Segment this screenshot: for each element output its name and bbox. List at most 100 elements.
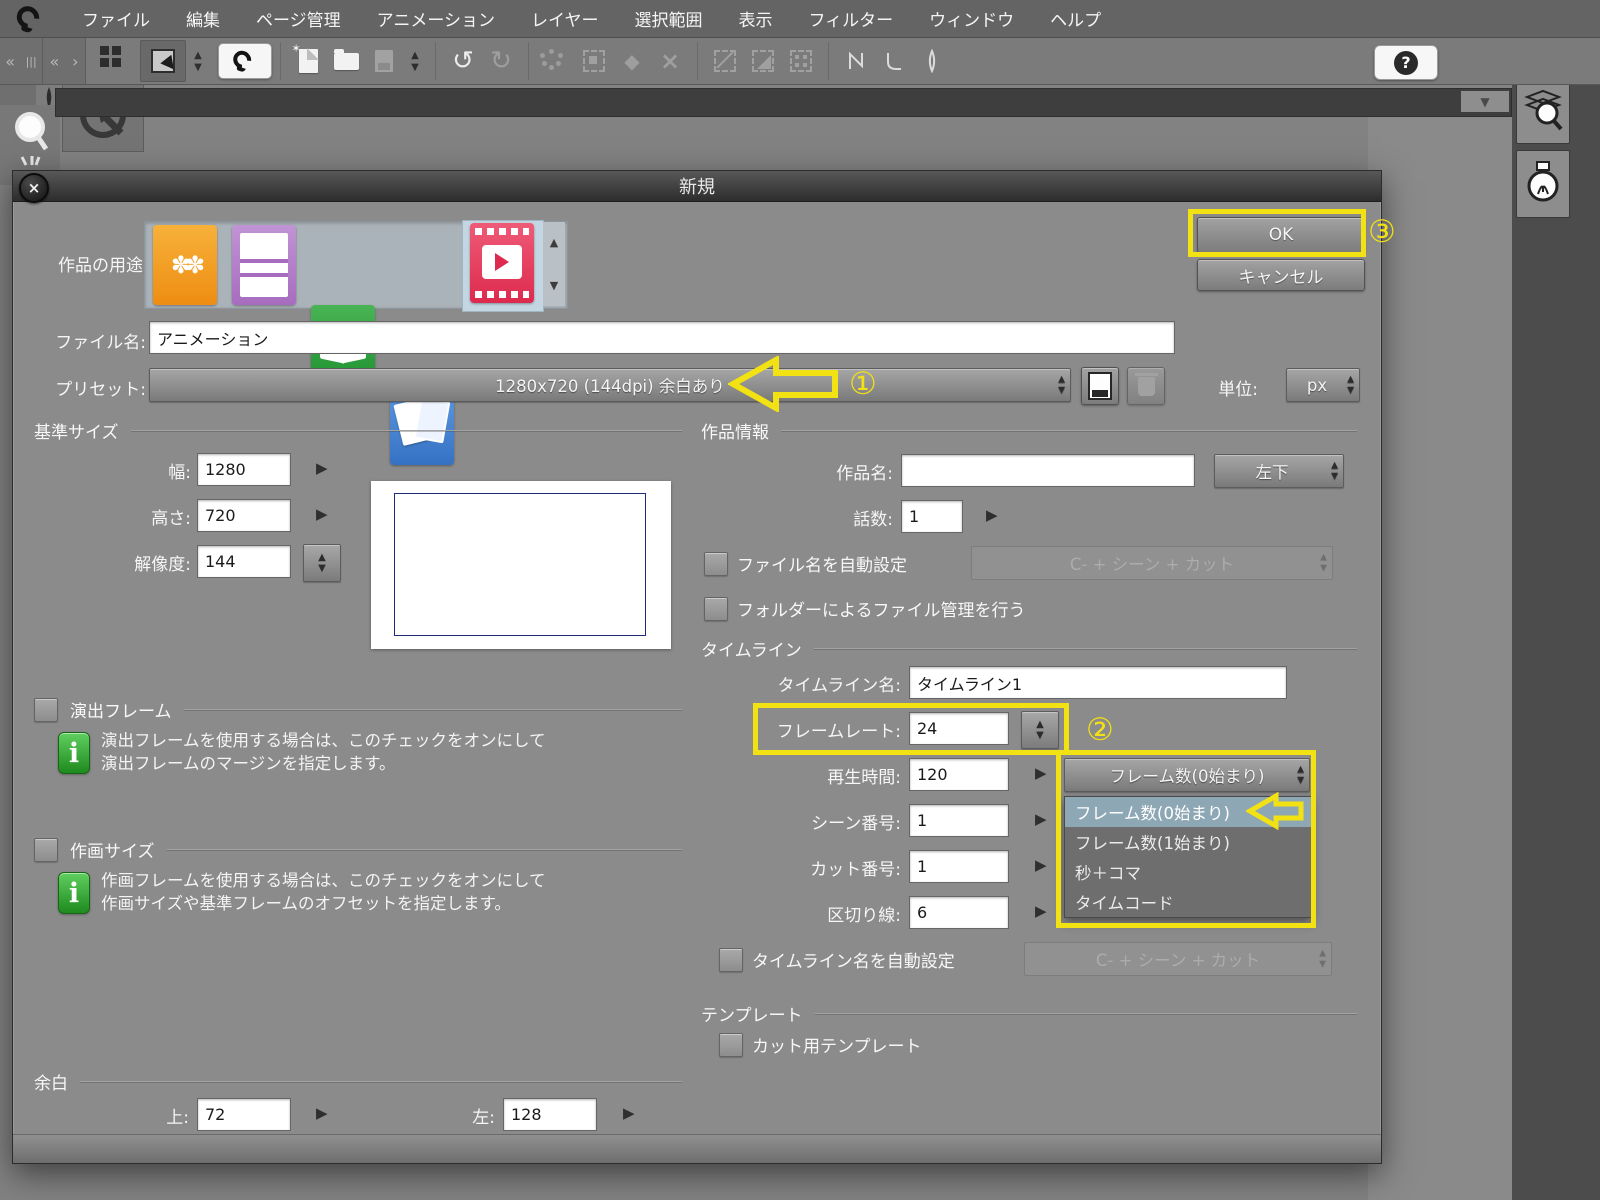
time-scale-spinner[interactable]: ▲ ▼ [1297, 765, 1304, 785]
hint-panel-button[interactable] [1516, 150, 1570, 218]
collapse-panel-button-2[interactable]: « › [43, 38, 86, 84]
transform-button[interactable]: × [651, 41, 689, 81]
menu-filter[interactable]: フィルター [809, 6, 894, 31]
height-slider-button[interactable]: ▶ [316, 507, 328, 522]
usage-scrollbar[interactable]: ▲ ▼ [543, 222, 565, 306]
mask-button[interactable] [744, 41, 782, 81]
margin-left-slider-button[interactable]: ▶ [623, 1106, 635, 1121]
scroll-up-icon[interactable]: ▲ [550, 236, 558, 249]
new-file-button[interactable]: ✶ [289, 41, 327, 81]
cut-template-checkbox[interactable] [719, 1032, 743, 1057]
framerate-input[interactable] [909, 712, 1009, 745]
margin-left-input[interactable] [503, 1098, 597, 1131]
dialog-close-button[interactable]: × [19, 173, 49, 203]
menu-help[interactable]: ヘルプ [1050, 6, 1101, 31]
time-scale-dropdown[interactable]: フレーム数(0始まり) ▲ ▼ [1064, 758, 1310, 792]
scene-number-input[interactable] [909, 804, 1009, 837]
ok-button[interactable]: OK [1197, 217, 1365, 253]
preset-dropdown[interactable]: 1280x720 (144dpi) 余白あり ▲ ▼ [149, 368, 1071, 402]
menu-page-manage[interactable]: ページ管理 [256, 6, 341, 31]
toolbar-spinner-2[interactable]: ▲ ▼ [403, 50, 427, 72]
register-preset-button[interactable] [1081, 367, 1119, 405]
page-position-value: 左下 [1255, 463, 1289, 482]
toolbar-divider [697, 42, 698, 80]
delete-preset-button[interactable] [1127, 367, 1165, 405]
redo-button[interactable]: ↻ [482, 41, 520, 81]
tab-dropdown-button[interactable]: ▼ [1461, 91, 1509, 112]
menu-window[interactable]: ウィンドウ [929, 6, 1014, 31]
episode-slider-button[interactable]: ▶ [986, 508, 998, 523]
separator-slider-button[interactable]: ▶ [1035, 904, 1047, 919]
fill-button[interactable]: ◆ [613, 41, 651, 81]
toolbar-spinner[interactable]: ▲ ▼ [186, 50, 210, 72]
direction-frame-checkbox[interactable] [34, 697, 58, 722]
snap-window-icon [151, 49, 184, 80]
spin-up-icon: ▲ [1347, 374, 1354, 385]
page-position-dropdown[interactable]: 左下 ▲ ▼ [1214, 454, 1344, 488]
framerate-spinner[interactable]: ▲ ▼ [1021, 711, 1059, 749]
menu-layer[interactable]: レイヤー [531, 6, 599, 31]
margin-top-input[interactable] [197, 1098, 291, 1131]
margin-top-slider-button[interactable]: ▶ [316, 1106, 328, 1121]
episode-input[interactable] [901, 500, 963, 533]
menu-animation[interactable]: アニメーション [377, 6, 495, 31]
folder-manage-checkbox[interactable] [704, 596, 728, 621]
cut-number-input[interactable] [909, 850, 1009, 883]
curve-tool-button[interactable] [875, 41, 913, 81]
width-input[interactable] [197, 453, 291, 486]
dialog-title-bar[interactable]: 新規 [13, 171, 1381, 202]
playtime-label: 再生時間: [827, 768, 901, 788]
drawing-size-checkbox[interactable] [34, 837, 58, 862]
workspace-grid-button[interactable] [96, 41, 134, 81]
time-scale-option-1[interactable]: フレーム数(1始まり) [1065, 827, 1311, 857]
menu-selection[interactable]: 選択範囲 [635, 6, 703, 31]
line-tool-button[interactable] [837, 41, 875, 81]
scene-slider-button[interactable]: ▶ [1035, 812, 1047, 827]
direction-frame-info-1: 演出フレームを使用する場合は、このチェックをオンにして [101, 731, 546, 750]
time-scale-option-3[interactable]: タイムコード [1065, 887, 1311, 917]
height-input[interactable] [197, 499, 291, 532]
usage-icon-illustration[interactable]: ✽✽ [153, 225, 217, 305]
open-file-button[interactable] [327, 41, 365, 81]
timeline-name-label: タイムライン名: [777, 676, 901, 696]
scroll-down-icon[interactable]: ▼ [550, 279, 558, 292]
scatter-button[interactable] [537, 41, 575, 81]
help-button[interactable]: ? [1374, 45, 1438, 80]
save-file-button[interactable] [365, 41, 403, 81]
work-name-input[interactable] [901, 454, 1195, 487]
cancel-button[interactable]: キャンセル [1197, 259, 1365, 291]
playtime-slider-button[interactable]: ▶ [1035, 766, 1047, 781]
timeline-name-input[interactable] [909, 666, 1287, 699]
menu-view[interactable]: 表示 [739, 6, 773, 31]
menu-edit[interactable]: 編集 [186, 6, 220, 31]
preset-spinner[interactable]: ▲ ▼ [1058, 375, 1065, 395]
preset-label: プリセット: [55, 380, 146, 400]
quick-access-panel-button[interactable] [1516, 76, 1570, 144]
time-scale-option-2[interactable]: 秒＋コマ [1065, 857, 1311, 887]
playtime-input[interactable] [909, 758, 1009, 791]
usage-icon-strip: ✽✽ ▲ ▼ [144, 220, 568, 465]
collapse-panel-button[interactable]: « ||| [0, 38, 43, 84]
auto-timeline-name-checkbox[interactable] [719, 947, 743, 972]
page-position-spinner[interactable]: ▲ ▼ [1331, 461, 1338, 481]
file-name-input[interactable] [149, 321, 1175, 354]
cut-slider-button[interactable]: ▶ [1035, 858, 1047, 873]
width-slider-button[interactable]: ▶ [316, 461, 328, 476]
open-clip-studio-button[interactable] [218, 43, 272, 79]
usage-icon-comic[interactable] [232, 225, 296, 305]
selection-border-button[interactable] [782, 41, 820, 81]
resolution-input[interactable] [197, 545, 291, 578]
pen-pressure-button[interactable] [913, 41, 951, 81]
undo-icon: ↺ [452, 46, 474, 76]
resolution-spinner[interactable]: ▲ ▼ [303, 544, 341, 582]
unit-dropdown[interactable]: px ▲ ▼ [1286, 368, 1360, 402]
move-selection-button[interactable] [575, 41, 613, 81]
undo-button[interactable]: ↺ [444, 41, 482, 81]
usage-icon-animation[interactable] [470, 223, 534, 303]
separator-input[interactable] [909, 896, 1009, 929]
unit-spinner[interactable]: ▲ ▼ [1347, 374, 1354, 395]
deselect-button[interactable] [706, 41, 744, 81]
auto-filename-checkbox[interactable] [704, 551, 728, 576]
snap-tool-button[interactable] [140, 40, 186, 82]
menu-file[interactable]: ファイル [82, 6, 150, 31]
